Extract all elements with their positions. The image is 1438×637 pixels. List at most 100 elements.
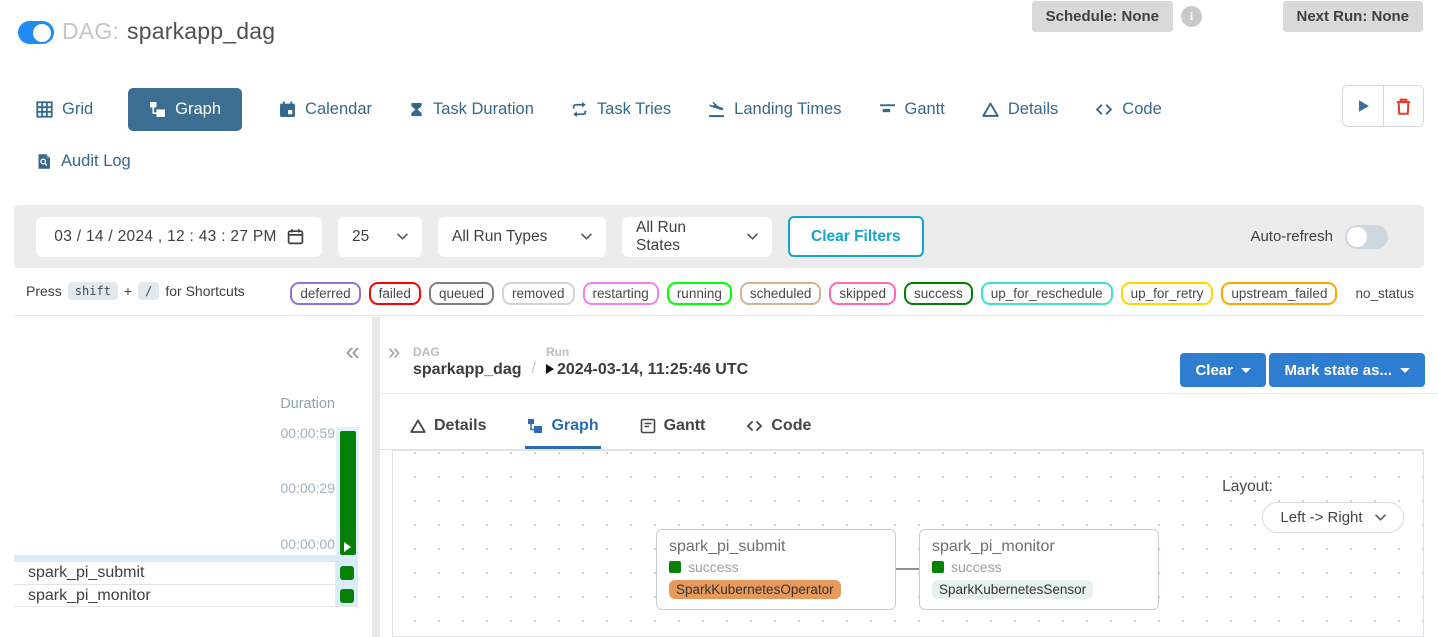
content-area: « Duration 00:00:59 00:00:29 00:00:00 sp… <box>0 317 1438 637</box>
legend-badge[interactable]: removed <box>502 282 575 305</box>
tab-landing-times[interactable]: Landing Times <box>708 88 841 131</box>
mark-state-button[interactable]: Mark state as... <box>1269 353 1425 387</box>
legend-badge[interactable]: running <box>667 282 732 305</box>
hint-text: for Shortcuts <box>165 283 244 299</box>
toggle-knob <box>1347 227 1367 247</box>
legend-badge[interactable]: deferred <box>290 282 360 305</box>
tab-label: Task Tries <box>597 100 671 119</box>
run-tab-details[interactable]: Details <box>408 405 488 449</box>
breadcrumb: DAG sparkapp_dag / Run 2024-03-14, 11:25… <box>413 345 748 379</box>
tab-label: Grid <box>62 100 93 119</box>
tab-task-tries[interactable]: Task Tries <box>571 88 671 131</box>
dag-actions <box>1342 85 1424 127</box>
tab-calendar[interactable]: Calendar <box>279 88 372 131</box>
run-tab-gantt[interactable]: Gantt <box>638 405 708 449</box>
plane-landing-icon <box>708 101 725 118</box>
task-name[interactable]: spark_pi_submit <box>14 564 145 582</box>
legend-badge[interactable]: upstream_failed <box>1221 282 1337 305</box>
breadcrumb-dag-name[interactable]: sparkapp_dag <box>413 361 521 379</box>
tab-code[interactable]: Code <box>1095 88 1161 131</box>
state-legend: deferred failed queued removed restartin… <box>290 282 1424 305</box>
main-nav: Grid Graph Calendar Task Duration Task T… <box>36 85 1199 133</box>
tab-task-duration[interactable]: Task Duration <box>409 88 534 131</box>
button-label: Mark state as... <box>1284 362 1392 379</box>
axis-tick: 00:00:00 <box>281 536 336 552</box>
auto-refresh-control: Auto-refresh <box>1250 225 1388 249</box>
duration-axis-label: Duration <box>280 396 335 412</box>
sitemap-icon <box>527 418 543 434</box>
trash-icon <box>1395 98 1412 115</box>
num-runs-select[interactable]: 25 <box>338 217 422 257</box>
tab-details[interactable]: Details <box>982 88 1058 131</box>
task-name[interactable]: spark_pi_monitor <box>14 587 151 605</box>
tab-label: Gantt <box>905 100 945 119</box>
run-tab-graph[interactable]: Graph <box>525 405 600 449</box>
trigger-dag-button[interactable] <box>1343 86 1383 126</box>
expand-breadcrumb-icon[interactable]: » <box>388 343 400 361</box>
legend-badge[interactable]: no_status <box>1345 282 1424 305</box>
run-header: » DAG sparkapp_dag / Run 2024-03-14, 11:… <box>380 317 1438 394</box>
legend-badge[interactable]: failed <box>369 282 421 305</box>
tab-graph[interactable]: Graph <box>128 88 242 131</box>
breadcrumb-run-value[interactable]: 2024-03-14, 11:25:46 UTC <box>546 361 748 379</box>
gantt-icon <box>879 101 896 118</box>
axis-tick: 00:00:29 <box>281 480 336 496</box>
hint-text: Press <box>26 283 62 299</box>
grid-icon <box>36 101 53 118</box>
legend-badge[interactable]: restarting <box>583 282 659 305</box>
layout-select[interactable]: Left -> Right <box>1262 502 1404 533</box>
run-states-select[interactable]: All Run States <box>622 217 772 257</box>
task-instance-square[interactable] <box>340 566 354 580</box>
next-run-badge: Next Run: None <box>1283 1 1424 32</box>
auto-refresh-toggle[interactable] <box>1345 225 1388 249</box>
task-instance-square[interactable] <box>340 589 354 603</box>
panel-resize-handle[interactable] <box>372 317 380 637</box>
layout-value: Left -> Right <box>1280 509 1362 526</box>
tab-audit-log[interactable]: Audit Log <box>36 140 131 183</box>
legend-badge[interactable]: queued <box>429 282 494 305</box>
legend-badge[interactable]: up_for_retry <box>1121 282 1214 305</box>
state-square-icon <box>932 561 944 573</box>
breadcrumb-separator: / <box>531 360 535 379</box>
collapse-panel-icon[interactable]: « <box>346 341 360 361</box>
task-row[interactable]: spark_pi_submit <box>14 561 358 584</box>
schedule-badge: Schedule: None <box>1032 1 1173 32</box>
play-icon <box>1355 98 1371 114</box>
dag-run-duration-bar[interactable] <box>340 431 356 555</box>
base-date-input[interactable]: 03 / 14 / 2024 , 12 : 43 : 27 PM <box>36 217 322 257</box>
legend-badge[interactable]: skipped <box>829 282 896 305</box>
code-icon <box>1095 101 1113 118</box>
tab-label: Details <box>434 417 486 435</box>
graph-canvas[interactable]: Layout: Left -> Right spark_pi_submit su… <box>392 450 1424 637</box>
legend-badge[interactable]: up_for_reschedule <box>981 282 1113 305</box>
run-types-select[interactable]: All Run Types <box>438 217 606 257</box>
airflow-dag-page: DAG:sparkapp_dag Schedule: None i Next R… <box>0 0 1438 637</box>
run-marker-icon <box>344 542 351 552</box>
button-label: Clear <box>1195 362 1233 379</box>
calendar-small-icon[interactable] <box>287 228 304 245</box>
legend-badge[interactable]: scheduled <box>740 282 822 305</box>
run-state-icon <box>546 364 554 374</box>
delete-dag-button[interactable] <box>1383 86 1423 126</box>
warning-triangle-icon <box>410 418 426 434</box>
legend-row: Press shift + / for Shortcuts deferred f… <box>14 282 1424 316</box>
run-timestamp: 2024-03-14, 11:25:46 UTC <box>557 361 748 378</box>
legend-badge[interactable]: success <box>904 282 973 305</box>
graph-node-spark-pi-monitor[interactable]: spark_pi_monitor success SparkKubernetes… <box>919 529 1159 610</box>
task-row[interactable]: spark_pi_monitor <box>14 584 358 607</box>
info-icon[interactable]: i <box>1181 6 1202 27</box>
tab-grid[interactable]: Grid <box>36 88 93 131</box>
task-instance-cell <box>335 585 358 606</box>
dag-name: sparkapp_dag <box>127 18 275 44</box>
graph-node-spark-pi-submit[interactable]: spark_pi_submit success SparkKubernetesO… <box>656 529 896 610</box>
run-detail-panel: » DAG sparkapp_dag / Run 2024-03-14, 11:… <box>380 317 1438 637</box>
breadcrumb-dag-label: DAG <box>413 345 521 359</box>
tab-gantt[interactable]: Gantt <box>879 88 945 131</box>
chevron-down-icon <box>1375 514 1386 522</box>
clear-filters-button[interactable]: Clear Filters <box>788 216 924 257</box>
shift-key: shift <box>68 282 118 300</box>
dag-pause-toggle[interactable] <box>18 21 54 44</box>
clear-run-button[interactable]: Clear <box>1180 353 1266 387</box>
gantt-doc-icon <box>640 418 656 434</box>
run-tab-code[interactable]: Code <box>744 405 813 449</box>
